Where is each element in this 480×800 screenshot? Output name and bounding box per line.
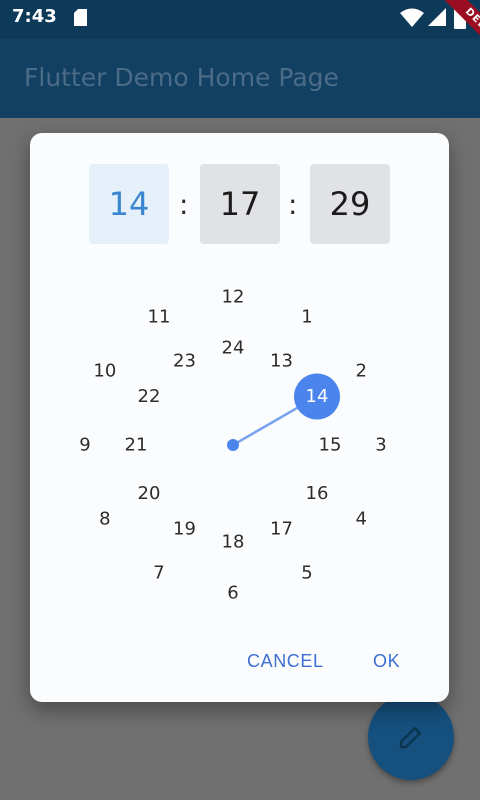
inner-ring-number[interactable]: 22 [138,386,161,407]
outer-ring-number[interactable]: 6 [227,583,238,604]
outer-ring-number[interactable]: 5 [301,563,312,584]
inner-ring-number[interactable]: 15 [319,435,342,456]
inner-ring-number[interactable]: 21 [125,435,148,456]
status-time: 7:43 [12,6,57,27]
outer-ring-number[interactable]: 11 [148,306,171,327]
app-bar-title: Flutter Demo Home Page [24,63,339,92]
inner-ring-number[interactable]: 16 [306,483,329,504]
outer-ring-number[interactable]: 2 [355,361,366,382]
inner-ring-number[interactable]: 14 [306,386,329,407]
inner-ring-number[interactable]: 23 [173,350,196,371]
outer-ring-number[interactable]: 1 [301,306,312,327]
inner-ring-number[interactable]: 19 [173,519,196,540]
inner-ring-number[interactable]: 18 [222,532,245,553]
outer-ring-number[interactable]: 9 [79,435,90,456]
sd-card-icon [74,9,87,26]
inner-ring-number[interactable]: 20 [138,483,161,504]
inner-ring-number[interactable]: 24 [222,338,245,359]
clock-center-dot [227,439,239,451]
outer-ring-number[interactable]: 10 [93,361,116,382]
inner-ring-number[interactable]: 13 [270,350,293,371]
ok-button[interactable]: OK [373,651,400,672]
clock-dial[interactable]: 121234567891011241314151617181920212223 [30,133,449,702]
time-picker-dialog: 14 : 17 : 29 12 1 2 3 4 5 6 7 8 9 10 11 24 13 14 15 16 17… [30,133,449,702]
cancel-button[interactable]: CANCEL [247,651,324,672]
outer-ring-number[interactable]: 7 [153,563,164,584]
inner-ring-number[interactable]: 17 [270,519,293,540]
outer-ring-number[interactable]: 8 [99,509,110,530]
outer-ring-number[interactable]: 3 [375,435,386,456]
edit-icon [399,726,422,749]
app-bar: Flutter Demo Home Page [0,38,480,118]
outer-ring-number[interactable]: 12 [222,287,245,308]
outer-ring-number[interactable]: 4 [355,509,366,530]
edit-fab-button[interactable] [368,694,454,780]
